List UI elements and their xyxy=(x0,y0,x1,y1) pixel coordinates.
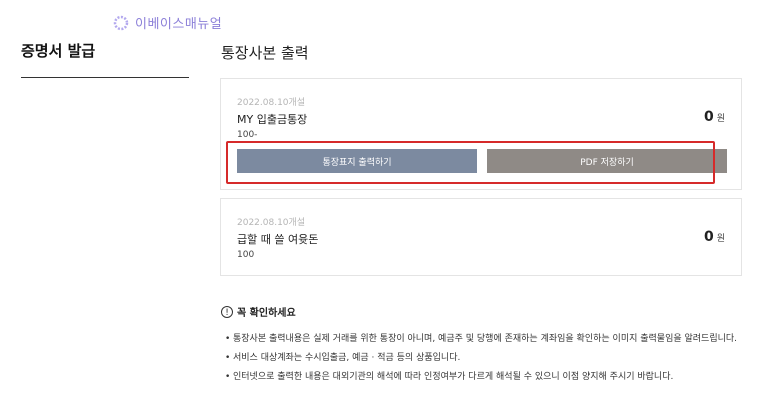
account-number: 100- xyxy=(237,130,258,140)
balance-amount: 0 xyxy=(703,229,714,245)
account-name: 급할 때 쓸 여윳돈 xyxy=(237,233,319,246)
balance-unit: 원 xyxy=(716,114,725,124)
notice-header: ! 꼭 확인하세요 xyxy=(221,304,296,319)
account-open-date: 2022.08.10개설 xyxy=(237,218,306,228)
page-title: 통장사본 출력 xyxy=(221,44,309,62)
save-pdf-button[interactable]: PDF 저장하기 xyxy=(487,149,727,173)
brand-text: 이베이스매뉴얼 xyxy=(135,17,223,32)
account-balance: 0원 xyxy=(704,109,725,125)
account-number: 100 xyxy=(237,250,255,260)
brand-logo-icon xyxy=(113,15,129,30)
sidebar-divider xyxy=(21,77,189,78)
info-icon: ! xyxy=(221,305,233,318)
notice-item: 통장사본 출력내용은 실제 거래를 위한 통장이 아니며, 예금주 및 당행에 … xyxy=(225,333,745,346)
brand-watermark: 이베이스매뉴얼 xyxy=(113,13,222,32)
account-open-date: 2022.08.10개설 xyxy=(237,98,306,108)
balance-amount: 0 xyxy=(703,109,714,125)
account-card: 2022.08.10개설 MY 입출금통장 100- 0원 통장표지 출력하기 … xyxy=(220,78,742,190)
notice-list: 통장사본 출력내용은 실제 거래를 위한 통장이 아니며, 예금주 및 당행에 … xyxy=(225,333,745,390)
account-name: MY 입출금통장 xyxy=(237,113,308,126)
balance-unit: 원 xyxy=(716,234,725,244)
print-cover-button[interactable]: 통장표지 출력하기 xyxy=(237,149,477,173)
account-balance: 0원 xyxy=(704,229,725,245)
notice-item: 서비스 대상계좌는 수시입출금, 예금 · 적금 등의 상품입니다. xyxy=(225,352,745,365)
notice-title: 꼭 확인하세요 xyxy=(237,308,296,319)
account-card: 2022.08.10개설 급할 때 쓸 여윳돈 100 0원 xyxy=(220,198,742,276)
sidebar-title: 증명서 발급 xyxy=(21,42,96,60)
notice-item: 인터넷으로 출력한 내용은 대외기관의 해석에 따라 인정여부가 다르게 해석될… xyxy=(225,371,745,384)
